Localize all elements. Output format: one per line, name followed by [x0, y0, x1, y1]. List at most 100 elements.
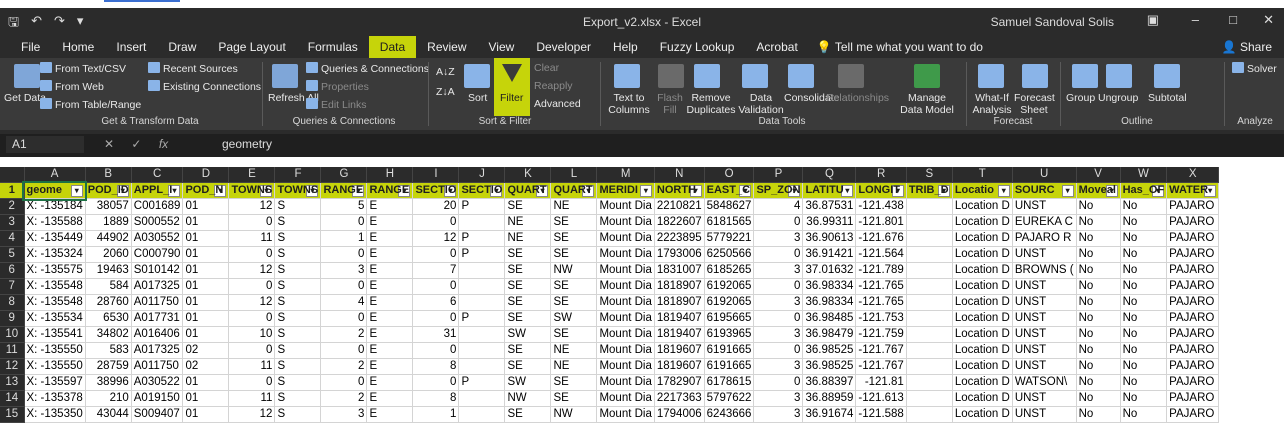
cell[interactable]: No [1076, 342, 1121, 359]
cell[interactable]: A017731 [131, 310, 184, 327]
cell[interactable]: NW [550, 406, 598, 423]
column-header[interactable]: V [1076, 167, 1121, 183]
cell[interactable]: 0 [753, 278, 804, 295]
cell[interactable]: 36.91421 [802, 246, 857, 263]
cell[interactable]: 01 [182, 262, 230, 279]
cell[interactable]: PAJARO R [1012, 230, 1077, 247]
cell[interactable]: 36.98525 [802, 358, 857, 375]
row-number[interactable]: 1 [0, 182, 25, 199]
cell[interactable]: 01 [182, 294, 230, 311]
header-cell[interactable]: ▾ TRIB_D [906, 182, 953, 199]
cell[interactable]: 34802 [85, 326, 132, 343]
cell[interactable]: 0 [228, 278, 276, 295]
cell[interactable]: SE [504, 406, 552, 423]
minimize-icon[interactable]: – [1192, 12, 1199, 27]
column-header[interactable]: D [182, 167, 230, 183]
cell[interactable]: 36.99311 [802, 214, 857, 231]
column-header[interactable]: O [704, 167, 755, 183]
cell[interactable] [458, 214, 506, 231]
maximize-icon[interactable]: □ [1229, 12, 1237, 27]
column-header[interactable]: G [320, 167, 368, 183]
cell[interactable]: 11 [228, 358, 276, 375]
clear-button[interactable]: Clear [534, 62, 559, 74]
header-cell[interactable]: ▾ EAST_C [704, 182, 755, 199]
cell[interactable] [906, 278, 953, 295]
cell[interactable]: PAJARO [1166, 294, 1220, 311]
text-to-columns-icon[interactable] [614, 64, 640, 88]
cell[interactable]: 3 [753, 294, 804, 311]
cell[interactable]: NW [550, 262, 598, 279]
column-header[interactable]: R [855, 167, 907, 183]
cell[interactable]: 36.90613 [802, 230, 857, 247]
cell[interactable]: 0 [320, 310, 368, 327]
column-header[interactable]: U [1012, 167, 1077, 183]
tab-formulas[interactable]: Formulas [297, 36, 369, 58]
cell[interactable]: Location D [952, 342, 1013, 359]
cell[interactable]: Location D [952, 294, 1013, 311]
cell[interactable]: X: -135588 [24, 214, 86, 231]
formula-input[interactable]: geometry [222, 137, 272, 151]
refresh-icon[interactable] [272, 64, 298, 88]
cell[interactable]: S009407 [131, 406, 184, 423]
cell[interactable]: 38996 [85, 374, 132, 391]
cell[interactable]: 0 [412, 246, 460, 263]
cell[interactable]: No [1120, 198, 1168, 215]
relationships-icon[interactable] [838, 64, 864, 88]
existing-connections-button[interactable]: Existing Connections [148, 80, 261, 93]
cell[interactable]: 43044 [85, 406, 132, 423]
column-header[interactable]: S [906, 167, 953, 183]
cell[interactable] [458, 342, 506, 359]
cell[interactable]: PAJARO [1166, 358, 1220, 375]
cell[interactable]: A030522 [131, 374, 184, 391]
cell[interactable]: 1793006 [654, 246, 705, 263]
cell[interactable]: 11 [228, 390, 276, 407]
cell[interactable]: No [1076, 230, 1121, 247]
name-box[interactable]: A1 [6, 136, 84, 153]
cell[interactable]: No [1076, 374, 1121, 391]
cell[interactable]: 4 [320, 294, 368, 311]
cell[interactable]: P [458, 310, 506, 327]
filter-dropdown-icon[interactable]: ▾ [997, 185, 1010, 197]
cell[interactable]: 0 [753, 342, 804, 359]
tab-review[interactable]: Review [416, 36, 477, 58]
cell[interactable]: P [458, 198, 506, 215]
cell[interactable]: Location D [952, 374, 1013, 391]
ribbon-display-icon[interactable]: ▣ [1147, 12, 1159, 28]
cell[interactable]: SE [504, 262, 552, 279]
share-button[interactable]: 👤 Share [1222, 40, 1272, 54]
cell[interactable]: 37.01632 [802, 262, 857, 279]
cell[interactable]: PAJARO [1166, 390, 1220, 407]
cell[interactable]: 1819607 [654, 342, 705, 359]
subtotal-button[interactable]: Subtotal [1148, 92, 1187, 104]
cell[interactable]: Mount Dia [596, 326, 655, 343]
cell[interactable]: PAJARO [1166, 406, 1220, 423]
cell[interactable] [906, 390, 953, 407]
row-number[interactable]: 9 [0, 310, 25, 327]
cell[interactable]: 6191665 [704, 358, 755, 375]
cell[interactable]: X: -135550 [24, 342, 86, 359]
cell[interactable]: Location D [952, 326, 1013, 343]
cell[interactable] [906, 374, 953, 391]
cell[interactable]: Location D [952, 262, 1013, 279]
cell[interactable]: 01 [182, 406, 230, 423]
cell[interactable]: 0 [320, 342, 368, 359]
cell[interactable]: UNST [1012, 198, 1077, 215]
cell[interactable]: S010142 [131, 262, 184, 279]
cell[interactable]: 0 [412, 310, 460, 327]
cell[interactable]: 44902 [85, 230, 132, 247]
cell[interactable]: 1 [412, 406, 460, 423]
cell[interactable]: SE [550, 230, 598, 247]
cell[interactable]: C001689 [131, 198, 184, 215]
cell[interactable]: S [274, 198, 322, 215]
user-name[interactable]: Samuel Sandoval Solis [991, 15, 1114, 29]
cell[interactable]: Mount Dia [596, 214, 655, 231]
cell[interactable]: 38057 [85, 198, 132, 215]
cell[interactable]: A019150 [131, 390, 184, 407]
row-number[interactable]: 5 [0, 246, 25, 263]
cell[interactable]: 0 [753, 246, 804, 263]
cell[interactable]: 2 [320, 326, 368, 343]
cell[interactable]: E [366, 342, 414, 359]
cell[interactable]: -121.588 [855, 406, 907, 423]
cell[interactable]: 36.98525 [802, 342, 857, 359]
data-validation-button[interactable]: Data Validation [736, 92, 786, 116]
